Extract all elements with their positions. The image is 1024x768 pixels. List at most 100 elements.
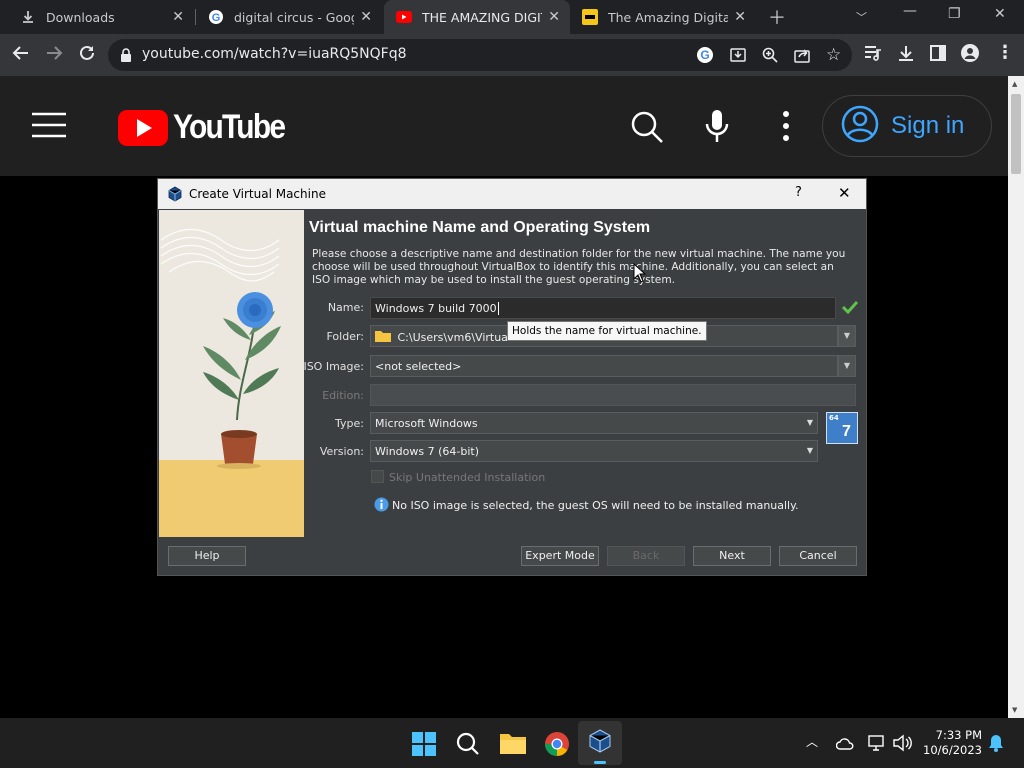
info-icon: [374, 497, 389, 516]
os-bits-badge: 64: [829, 414, 839, 422]
scroll-down-arrow[interactable]: ▼: [1012, 706, 1017, 714]
iso-image-label: ISO Image:: [303, 360, 364, 373]
cancel-button[interactable]: Cancel: [779, 546, 857, 566]
search-taskbar-icon[interactable]: [456, 732, 480, 760]
next-button[interactable]: Next: [693, 546, 771, 566]
imdb-icon: [582, 9, 598, 25]
tab-google-search[interactable]: G digital circus - Google ✕: [196, 0, 382, 34]
clock-date: 10/6/2023: [923, 743, 982, 757]
youtube-header: YouTube Sign in: [0, 76, 1008, 176]
iso-image-combo[interactable]: <not selected>: [370, 355, 838, 377]
browser-menu-icon[interactable]: ⋮: [996, 42, 1014, 63]
onedrive-icon[interactable]: [835, 736, 854, 755]
youtube-logo[interactable]: YouTube: [118, 108, 299, 147]
sign-in-button[interactable]: Sign in: [822, 95, 992, 157]
minimize-button[interactable]: —: [903, 3, 917, 19]
downloads-icon[interactable]: [897, 44, 915, 66]
virtualbox-taskbar-icon: [589, 729, 611, 753]
microphone-icon[interactable]: [704, 110, 730, 148]
close-tab-icon[interactable]: ✕: [360, 9, 372, 25]
install-app-icon[interactable]: [730, 47, 746, 67]
page-scrollbar[interactable]: ▲ ▼: [1008, 76, 1024, 718]
close-tab-icon[interactable]: ✕: [548, 9, 560, 25]
create-vm-dialog: Create Virtual Machine ? ✕ Virtual machi…: [157, 178, 867, 576]
tab-title: Downloads: [46, 9, 115, 25]
type-combo[interactable]: Microsoft Windows ▼: [370, 412, 818, 434]
url-text: youtube.com/watch?v=iuaRQ5NQFq8: [142, 46, 407, 62]
name-input[interactable]: Windows 7 build 7000: [370, 297, 836, 319]
help-button[interactable]: Help: [168, 546, 246, 566]
virtualbox-taskbar-button[interactable]: [578, 721, 622, 765]
close-window-button[interactable]: ✕: [994, 6, 1006, 22]
search-icon[interactable]: [630, 110, 664, 148]
tab-title: THE AMAZING DIGITA: [422, 9, 542, 25]
volume-icon[interactable]: [892, 734, 912, 756]
restore-button[interactable]: ❐: [948, 6, 961, 22]
back-button-disabled: Back: [607, 546, 685, 566]
scroll-up-arrow[interactable]: ▲: [1012, 80, 1017, 88]
version-value: Windows 7 (64-bit): [375, 445, 479, 458]
edition-label: Edition:: [322, 389, 364, 402]
wizard-description: Please choose a descriptive name and des…: [312, 248, 846, 286]
wizard-banner-image: [159, 210, 304, 537]
sign-in-label: Sign in: [891, 112, 965, 139]
tab-downloads[interactable]: Downloads ✕: [8, 0, 194, 34]
system-clock[interactable]: 7:33 PM 10/6/2023: [920, 728, 982, 758]
more-options-icon[interactable]: [780, 110, 792, 146]
expert-mode-button[interactable]: Expert Mode: [521, 546, 599, 566]
notification-bell-icon[interactable]: [988, 734, 1004, 756]
active-app-indicator: [594, 761, 606, 764]
google-lens-icon[interactable]: G: [696, 46, 714, 68]
tab-title: The Amazing Digital C: [608, 9, 728, 25]
profile-icon[interactable]: [961, 44, 979, 66]
folder-label: Folder:: [326, 330, 364, 343]
chevron-down-icon[interactable]: ﹀: [856, 9, 867, 25]
dialog-title: Create Virtual Machine: [189, 187, 326, 201]
virtualbox-icon: [167, 186, 183, 205]
tab-youtube-active[interactable]: THE AMAZING DIGITA ✕: [384, 0, 570, 34]
browser-tab-strip: Downloads ✕ G digital circus - Google ✕ …: [0, 0, 1024, 34]
windows-start-icon[interactable]: [412, 732, 436, 760]
folder-icon: [375, 330, 391, 345]
dialog-close-button[interactable]: ✕: [838, 184, 851, 202]
file-explorer-icon[interactable]: [500, 732, 526, 758]
media-queue-icon[interactable]: [864, 45, 882, 65]
show-hidden-icons-chevron-icon[interactable]: ︿: [806, 733, 818, 750]
version-dropdown-arrow[interactable]: ▼: [807, 446, 813, 455]
folder-dropdown-arrow[interactable]: ▼: [838, 325, 856, 347]
scrollbar-thumb[interactable]: [1011, 94, 1021, 174]
account-icon: [841, 105, 879, 147]
close-tab-icon[interactable]: ✕: [172, 9, 184, 25]
wizard-page-heading: Virtual machine Name and Operating Syste…: [309, 219, 651, 236]
valid-checkmark-icon: [841, 299, 859, 318]
type-dropdown-arrow[interactable]: ▼: [807, 418, 813, 427]
side-panel-icon[interactable]: [929, 44, 947, 66]
version-combo[interactable]: Windows 7 (64-bit) ▼: [370, 440, 818, 462]
tab-amazing-digital[interactable]: The Amazing Digital C ✕: [570, 0, 756, 34]
info-message: No ISO image is selected, the guest OS w…: [392, 499, 799, 512]
youtube-icon: [396, 9, 412, 25]
tab-title: digital circus - Google: [234, 9, 354, 25]
share-icon[interactable]: [794, 47, 810, 67]
new-tab-button[interactable]: ＋: [768, 4, 786, 30]
browser-toolbar: youtube.com/watch?v=iuaRQ5NQFq8 G ☆ ⋮: [0, 34, 1024, 76]
lock-icon[interactable]: [120, 47, 132, 66]
windows-taskbar: ︿ 7:33 PM 10/6/2023: [0, 718, 1024, 768]
zoom-icon[interactable]: [762, 47, 778, 67]
dialog-titlebar[interactable]: Create Virtual Machine ? ✕: [158, 179, 866, 209]
close-tab-icon[interactable]: ✕: [734, 9, 746, 25]
type-value: Microsoft Windows: [375, 417, 478, 430]
iso-dropdown-arrow[interactable]: ▼: [838, 355, 856, 377]
youtube-logo-text: YouTube: [173, 108, 286, 146]
forward-button[interactable]: [45, 44, 63, 66]
address-bar[interactable]: youtube.com/watch?v=iuaRQ5NQFq8 G ☆: [108, 39, 852, 71]
back-button[interactable]: [12, 44, 30, 66]
chrome-icon[interactable]: [544, 731, 570, 761]
youtube-logo-icon: [118, 109, 168, 146]
network-icon[interactable]: [868, 734, 886, 756]
hamburger-menu-icon[interactable]: [32, 112, 66, 142]
text-cursor: [497, 302, 499, 315]
reload-button[interactable]: [78, 44, 96, 66]
bookmark-star-icon[interactable]: ☆: [826, 45, 841, 65]
help-title-button[interactable]: ?: [795, 185, 802, 200]
